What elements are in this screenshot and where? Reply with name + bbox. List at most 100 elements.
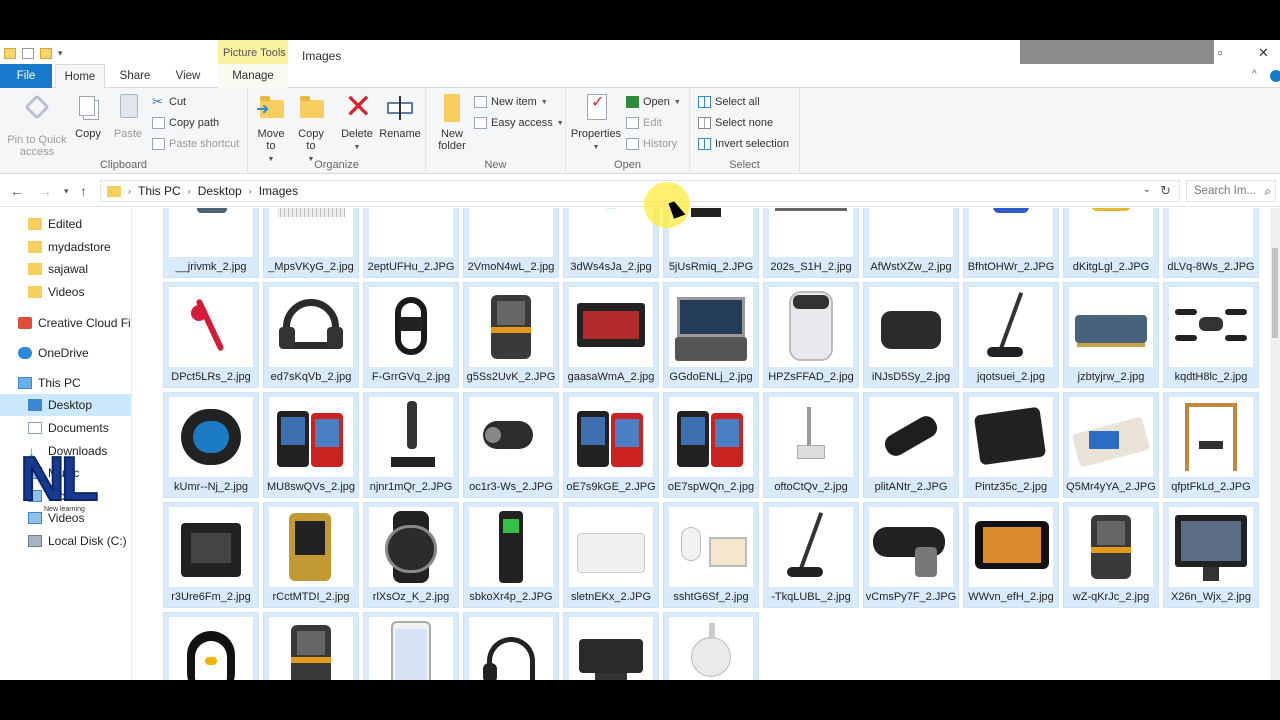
new-folder-button[interactable]: New folder (434, 92, 470, 152)
file-tile[interactable]: oc1r3-Ws_2.JPG (463, 392, 559, 498)
file-tile[interactable]: ed7sKqVb_2.jpg (263, 282, 359, 388)
file-tile[interactable]: WWvn_efH_2.jpg (963, 502, 1059, 608)
select-all-button[interactable]: Select all (698, 96, 760, 108)
file-tile[interactable]: MU8swQVs_2.jpg (263, 392, 359, 498)
file-tile[interactable]: AfWstXZw_2.jpg (863, 208, 959, 278)
select-none-button[interactable]: Select none (698, 117, 773, 129)
file-tile[interactable]: jqotsuei_2.jpg (963, 282, 1059, 388)
file-tile[interactable]: kqdtH8lc_2.jpg (1163, 282, 1259, 388)
folder-icon[interactable] (4, 48, 16, 59)
tab-file[interactable]: File (0, 64, 52, 88)
file-tile[interactable] (263, 612, 359, 680)
file-tile[interactable]: kUmr--Nj_2.jpg (163, 392, 259, 498)
history-button[interactable]: History (626, 138, 677, 150)
file-tile[interactable]: Pintz35c_2.jpg (963, 392, 1059, 498)
breadcrumb-images[interactable]: Images (259, 184, 298, 198)
open-button[interactable]: Open ▼ (626, 96, 681, 108)
sidebar-item-documents[interactable]: Documents (0, 417, 131, 439)
chevron-up-icon[interactable]: ^ (1252, 69, 1257, 80)
file-tile[interactable]: oE7spWQn_2.jpg (663, 392, 759, 498)
search-icon[interactable]: ⌕ (1264, 184, 1271, 199)
file-tile[interactable] (363, 612, 459, 680)
file-tile[interactable]: g5Ss2UvK_2.JPG (463, 282, 559, 388)
address-bar[interactable]: › This PC › Desktop › Images ⌄ ↻ (100, 180, 1180, 202)
sidebar-item-mydadstore[interactable]: mydadstore (0, 236, 131, 258)
file-tile[interactable]: vCmsPy7F_2.JPG (863, 502, 959, 608)
tab-share[interactable]: Share (110, 64, 160, 88)
new-folder-icon[interactable] (40, 48, 52, 59)
properties-icon[interactable] (22, 48, 34, 59)
file-tile[interactable]: BfhtOHWr_2.JPG (963, 208, 1059, 278)
file-tile[interactable]: rCctMTDI_2.jpg (263, 502, 359, 608)
maximize-icon[interactable]: ▫ (1218, 45, 1223, 60)
file-tile[interactable]: jzbtyjrw_2.jpg (1063, 282, 1159, 388)
paste-button[interactable]: Paste (110, 92, 146, 140)
file-tile[interactable]: _MpsVKyG_2.jpg (263, 208, 359, 278)
file-tile[interactable]: sletnEKx_2.JPG (563, 502, 659, 608)
file-tile[interactable] (163, 612, 259, 680)
sidebar-item-local-disk-c[interactable]: Local Disk (C:) (0, 530, 131, 552)
sidebar-item-this-pc[interactable]: This PC (0, 372, 131, 394)
delete-button[interactable]: ✕ Delete ▼ (340, 90, 374, 154)
file-tile[interactable]: r3Ure6Fm_2.jpg (163, 502, 259, 608)
file-tile[interactable]: njnr1mQr_2.JPG (363, 392, 459, 498)
tab-view[interactable]: View (163, 64, 213, 88)
scrollbar-thumb[interactable] (1272, 248, 1278, 338)
file-tile[interactable]: sbkoXr4p_2.JPG (463, 502, 559, 608)
file-tile[interactable] (563, 612, 659, 680)
recent-locations-chevron-icon[interactable]: ▾ (64, 186, 69, 197)
file-tile[interactable]: X26n_Wjx_2.jpg (1163, 502, 1259, 608)
file-tile[interactable]: DPct5LRs_2.jpg (163, 282, 259, 388)
file-tile[interactable]: GGdoENLj_2.jpg (663, 282, 759, 388)
tab-home[interactable]: Home (55, 64, 105, 89)
file-tile[interactable]: rlXsOz_K_2.jpg (363, 502, 459, 608)
copy-path-button[interactable]: Copy path (152, 117, 219, 129)
file-tile[interactable]: 3dWs4sJa_2.jpg (563, 208, 659, 278)
file-tile[interactable]: 2eptUFHu_2.JPG (363, 208, 459, 278)
file-tile[interactable]: Q5Mr4yYA_2.JPG (1063, 392, 1159, 498)
copy-button[interactable]: Copy (70, 92, 106, 140)
customize-toolbar-icon[interactable]: ▾ (58, 48, 63, 59)
search-input[interactable]: Search Im... ⌕ (1186, 180, 1276, 202)
file-tile[interactable] (463, 612, 559, 680)
sidebar-item-desktop[interactable]: Desktop (0, 394, 131, 416)
file-tile[interactable]: 2VmoN4wL_2.jpg (463, 208, 559, 278)
file-tile[interactable]: gaasaWmA_2.jpg (563, 282, 659, 388)
new-item-button[interactable]: New item ▼ (474, 96, 548, 108)
rename-button[interactable]: Rename (378, 92, 422, 140)
move-to-button[interactable]: ➜ Move to ▼ (254, 92, 288, 166)
file-tile[interactable]: F-GrrGVq_2.jpg (363, 282, 459, 388)
easy-access-button[interactable]: Easy access ▼ (474, 117, 564, 129)
sidebar-item-edited[interactable]: Edited (0, 213, 131, 235)
file-tile[interactable]: 202s_S1H_2.jpg (763, 208, 859, 278)
chevron-right-icon[interactable]: › (249, 186, 252, 196)
breadcrumb-this-pc[interactable]: This PC (138, 184, 181, 198)
sidebar-item-creative-cloud-fil[interactable]: Creative Cloud Fil (0, 312, 131, 334)
file-tile[interactable]: qfptFkLd_2.JPG (1163, 392, 1259, 498)
close-icon[interactable]: ✕ (1258, 45, 1269, 61)
refresh-icon[interactable]: ↻ (1160, 183, 1171, 199)
file-tile[interactable]: wZ-qKrJc_2.jpg (1063, 502, 1159, 608)
chevron-right-icon[interactable]: › (128, 186, 131, 196)
sidebar-item-sajawal[interactable]: sajawal (0, 258, 131, 280)
vertical-scrollbar[interactable] (1270, 208, 1280, 680)
chevron-right-icon[interactable]: › (188, 186, 191, 196)
edit-button[interactable]: Edit (626, 117, 662, 129)
file-tile[interactable]: sshtG6Sf_2.jpg (663, 502, 759, 608)
file-tile[interactable]: dLVq-8Ws_2.JPG (1163, 208, 1259, 278)
file-tile[interactable]: oE7s9kGE_2.JPG (563, 392, 659, 498)
pin-quick-access-button[interactable]: Pin to Quick access (4, 92, 70, 158)
file-tile[interactable]: iNJsD5Sy_2.jpg (863, 282, 959, 388)
back-arrow-icon[interactable]: ← (10, 183, 24, 199)
properties-button[interactable]: Properties ▼ (570, 92, 622, 154)
sidebar-item-videos[interactable]: Videos (0, 281, 131, 303)
file-tile[interactable]: __jrivmk_2.jpg (163, 208, 259, 278)
file-tile[interactable]: plitANtr_2.JPG (863, 392, 959, 498)
copy-to-button[interactable]: Copy to ▼ (294, 92, 328, 166)
paste-shortcut-button[interactable]: Paste shortcut (152, 138, 239, 150)
file-tile[interactable]: -TkqLUBL_2.jpg (763, 502, 859, 608)
file-tile[interactable]: HPZsFFAD_2.jpg (763, 282, 859, 388)
file-tile[interactable] (663, 612, 759, 680)
chevron-down-icon[interactable]: ⌄ (1143, 184, 1151, 195)
sidebar-item-onedrive[interactable]: OneDrive (0, 342, 131, 364)
